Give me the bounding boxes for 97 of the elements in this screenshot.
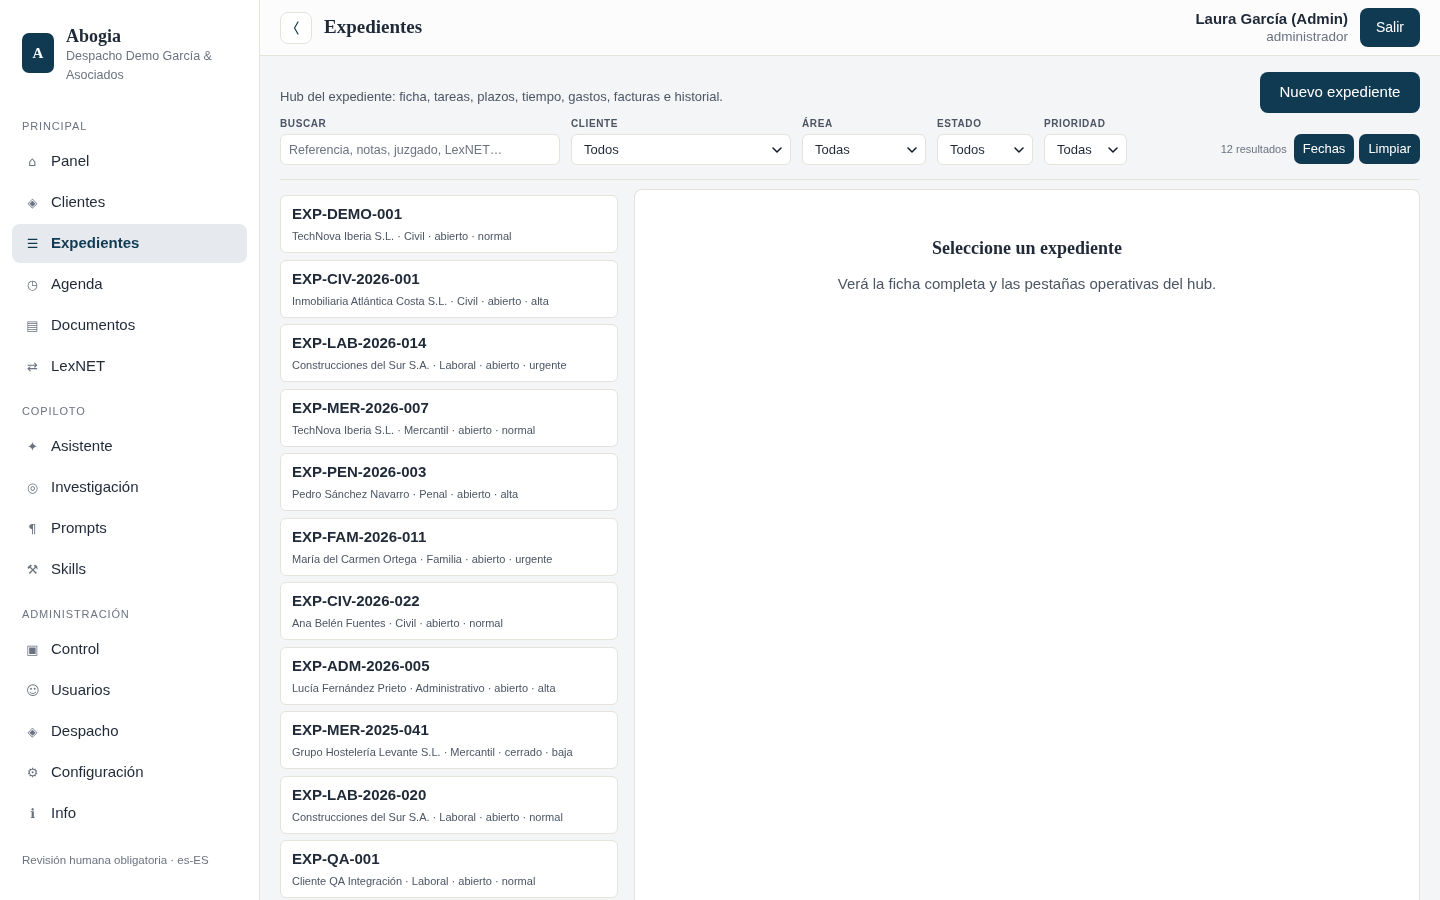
case-details: Ana Belén Fuentes · Civil · abierto · normal [292,616,504,630]
case-reference: EXP-CIV-2026-001 [292,269,421,288]
filter-button[interactable]: Limpiar [1359,134,1420,164]
smiley-icon: ☺ [26,683,39,698]
field-label: ÁREA [802,118,834,130]
case-details: Grupo Hostelería Levante S.L. · Mercantil · cerrado · baja [292,745,574,759]
case-card[interactable]: EXP-CIV-2026-001 Inmobiliaria Atlántica Costa S.L. · Civil · abierto · alta [280,259,618,318]
field-label: ESTADO [937,118,983,130]
section-heading: ADMINISTRACIÓN [21,608,131,620]
nav-item[interactable]: ◈ Despacho [12,712,247,751]
clock-icon: ◷ [26,277,39,292]
nav-item[interactable]: ⚙ Configuración [12,753,247,792]
page-description: Hub del expediente: ficha, tareas, plazos, tiempo, gastos, facturas e historial. [280,87,723,106]
field-label: CLIENTE [571,118,619,130]
logo: A [22,33,54,73]
nav-item[interactable]: ◈ Clientes [12,183,247,222]
menu-icon: ☰ [26,236,39,251]
case-details: Inmobiliaria Atlántica Costa S.L. · Civil · abierto · alta [292,293,550,308]
case-card[interactable]: EXP-LAB-2026-014 Construcciones del Sur S.A. · Laboral · abierto · urgente [280,324,618,382]
field-label: PRIORIDAD [1044,118,1107,130]
firm-name: Despacho Demo García & Asociados [66,48,213,84]
pilcrow-icon: ¶ [26,521,39,536]
case-card[interactable]: EXP-PEN-2026-003 Pedro Sánchez Navarro · Penal · abierto · alta [280,453,618,511]
filter-select[interactable]: Todas [802,134,926,165]
filter-select[interactable]: Todas [1044,134,1127,165]
case-details: TechNova Iberia S.L. · Mercantil · abierto · normal [292,422,537,437]
case-card[interactable]: EXP-MER-2026-007 TechNova Iberia S.L. · Mercantil · abierto · normal [280,388,618,447]
case-reference: EXP-ADM-2026-005 [292,656,431,675]
back-button[interactable] [280,11,312,44]
nav-item[interactable]: ℹ Info [12,794,247,833]
app-name: Abogia [66,26,122,46]
case-reference: EXP-LAB-2026-014 [292,334,428,352]
nav-item[interactable]: ¶ Prompts [12,509,247,548]
nav-item[interactable]: ⇄ LexNET [12,347,247,386]
case-reference: EXP-FAM-2026-011 [292,527,428,546]
case-card[interactable]: EXP-CIV-2026-022 Ana Belén Fuentes · Civil · abierto · normal [280,582,618,640]
chevron-down-icon [1014,146,1024,153]
case-card[interactable]: EXP-QA-001 Cliente QA Integración · Laboral · abierto · normal [280,840,618,898]
house-icon: ⌂ [26,154,39,169]
case-reference: EXP-QA-001 [292,850,381,868]
filter-select[interactable]: Todos [937,134,1033,165]
diamond-icon: ◈ [26,724,39,739]
tools-icon: ⚒ [26,562,39,577]
nav-item[interactable]: ⌂ Panel [12,142,247,181]
case-details: Pedro Sánchez Navarro · Penal · abierto · alta [292,487,520,501]
document-icon: ▤ [26,318,39,333]
empty-state-title: Seleccione un expediente [932,237,1122,259]
nav-item[interactable]: ▤ Documentos [12,306,247,345]
case-reference: EXP-CIV-2026-022 [292,592,421,610]
case-reference: EXP-MER-2025-041 [292,721,430,739]
filter-select[interactable]: Todos [571,134,791,165]
chevron-down-icon [772,146,782,153]
page-title: Expedientes [324,15,423,40]
diamond-icon: ◈ [26,195,39,210]
case-details: María del Carmen Ortega · Familia · abierto · urgente [292,551,554,566]
sparkle-icon: ✦ [26,439,39,454]
user-name: Laura García (Admin) [1195,10,1348,28]
case-details: TechNova Iberia S.L. · Civil · abierto · normal [292,229,513,243]
section-heading: PRINCIPAL [21,120,89,132]
info-icon: ℹ [26,806,39,821]
case-reference: EXP-LAB-2026-020 [292,785,428,804]
case-card[interactable]: EXP-ADM-2026-005 Lucía Fernández Prieto · Administrativo · abierto · alta [280,646,618,705]
case-card[interactable]: EXP-MER-2025-041 Grupo Hostelería Levante S.L. · Mercantil · cerrado · baja [280,711,618,769]
square-icon: ▣ [26,642,39,657]
chevron-down-icon [907,146,917,153]
case-reference: EXP-PEN-2026-003 [292,463,428,481]
case-card[interactable]: EXP-FAM-2026-011 María del Carmen Ortega · Familia · abierto · urgente [280,517,618,576]
nav-item[interactable]: ⚒ Skills [12,550,247,589]
chevron-left-icon [293,20,299,35]
nav-item[interactable]: ☺ Usuarios [12,671,247,710]
new-case-button[interactable]: Nuevo expediente [1260,72,1420,113]
case-card[interactable]: EXP-LAB-2026-020 Construcciones del Sur S.A. · Laboral · abierto · normal [280,775,618,834]
empty-state-text: Verá la ficha completa y las pestañas operativas del hub. [837,275,1217,293]
case-details: Cliente QA Integración · Laboral · abierto · normal [292,874,537,888]
case-reference: EXP-MER-2026-007 [292,398,430,417]
nav-item[interactable]: ☰ Expedientes [12,224,247,263]
chevron-down-icon [1108,146,1118,153]
nav-item[interactable]: ◎ Investigación [12,468,247,507]
settings-icon: ⚙ [26,765,39,780]
case-details: Construcciones del Sur S.A. · Laboral · abierto · normal [292,809,564,824]
field-label: BUSCAR [280,118,328,130]
result-count: 12 resultados [1220,141,1287,157]
nav-item[interactable]: ✦ Asistente [12,427,247,466]
footer-note: Revisión humana obligatoria · es-ES [22,854,209,866]
logout-button[interactable]: Salir [1360,8,1420,47]
case-details: Lucía Fernández Prieto · Administrativo · abierto · alta [292,680,557,695]
nav-item[interactable]: ◷ Agenda [12,265,247,304]
swap-arrows-icon: ⇄ [26,359,39,374]
nav-item[interactable]: ▣ Control [12,630,247,669]
filter-button[interactable]: Fechas [1293,134,1355,164]
search-field[interactable]: Referencia, notas, juzgado, LexNET… [280,134,560,165]
user-role: administrador [1266,28,1348,45]
section-heading: COPILOTO [21,405,87,417]
case-reference: EXP-DEMO-001 [292,205,404,223]
target-icon: ◎ [26,480,39,495]
case-card[interactable]: EXP-DEMO-001 TechNova Iberia S.L. · Civil · abierto · normal [280,195,618,253]
case-details: Construcciones del Sur S.A. · Laboral · abierto · urgente [292,358,568,372]
